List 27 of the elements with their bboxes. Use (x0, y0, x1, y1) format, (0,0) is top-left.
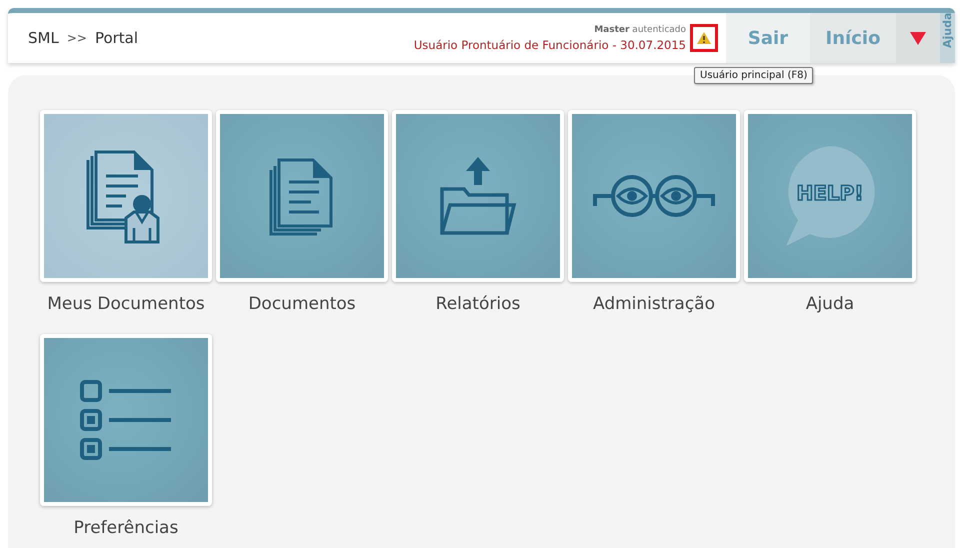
glasses-eyes-icon (592, 173, 716, 219)
warning-icon[interactable] (697, 32, 711, 44)
tile-label: Meus Documentos (47, 294, 205, 314)
nav-button[interactable]: Sair (726, 13, 810, 63)
tile-label: Relatórios (436, 294, 520, 314)
menu-tile[interactable]: HELP! (744, 110, 916, 282)
menu-tile[interactable] (40, 334, 212, 506)
tile-label: Administração (593, 294, 715, 314)
nav-button[interactable]: Início (810, 13, 896, 63)
tooltip: Usuário principal (F8) (694, 67, 814, 84)
menu-tile[interactable] (568, 110, 740, 282)
tile-label: Preferências (74, 518, 178, 538)
menu-tile[interactable] (40, 110, 212, 282)
menu-tile[interactable] (216, 110, 388, 282)
folder-upload-icon (438, 155, 518, 237)
menu-tile[interactable] (392, 110, 564, 282)
breadcrumb-item: SML (28, 29, 59, 47)
caret-icon (910, 32, 926, 44)
user-info: Usuário Prontuário de Funcionário - 30.07.2015 (414, 38, 686, 52)
dropdown-button[interactable] (896, 13, 940, 63)
tile-label: Ajuda (806, 294, 854, 314)
breadcrumb-item: Portal (94, 29, 138, 47)
tile-label: Documentos (248, 294, 356, 314)
checklist-icon (79, 379, 173, 461)
breadcrumb-item: >> (66, 31, 87, 45)
auth-status: Master autenticado (594, 24, 686, 34)
help-side-tab[interactable]: Ajuda (940, 13, 955, 63)
